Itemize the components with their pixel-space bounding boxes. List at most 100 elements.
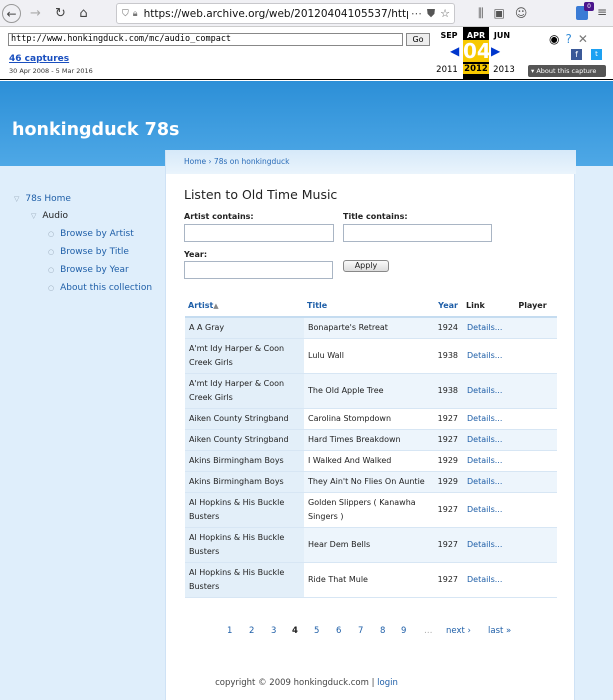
col-title[interactable]: Title bbox=[304, 295, 428, 318]
page-link[interactable]: 7 bbox=[358, 626, 363, 636]
next-month[interactable]: JUN bbox=[489, 31, 515, 40]
title-cell-text: I Walked And Walked bbox=[308, 456, 392, 465]
details-link[interactable]: Details... bbox=[467, 505, 502, 514]
sidebar-item-78s-home[interactable]: ▽ 78s Home bbox=[14, 194, 71, 204]
prev-year[interactable]: 2011 bbox=[434, 65, 460, 75]
details-link[interactable]: Details... bbox=[467, 477, 502, 486]
page-link[interactable]: 8 bbox=[380, 626, 385, 636]
year-cell-text: 1927 bbox=[437, 505, 458, 514]
wayback-url-input[interactable]: http://www.honkingduck.com/mc/audio_comp… bbox=[8, 33, 403, 46]
artist-cell-text: Aiken County Stringband bbox=[189, 414, 289, 423]
page-link[interactable]: 9 bbox=[401, 626, 406, 636]
title-label: Title contains: bbox=[343, 212, 408, 221]
col-artist[interactable]: Artist▲ bbox=[185, 295, 304, 318]
title-cell: Golden Slippers ( Kanawha Singers ) bbox=[304, 492, 428, 528]
page-link[interactable]: 6 bbox=[336, 626, 341, 636]
captures-link[interactable]: 46 captures bbox=[9, 54, 69, 64]
page-link[interactable]: 2 bbox=[249, 626, 254, 636]
bookmark-star-icon[interactable]: ☆ bbox=[440, 7, 450, 21]
back-arrow-icon[interactable]: ← bbox=[2, 4, 21, 23]
next-page-link[interactable]: next › bbox=[446, 626, 471, 636]
about-capture-label: About this capture bbox=[536, 67, 597, 75]
details-link[interactable]: Details... bbox=[467, 323, 502, 332]
sidebar-item-audio[interactable]: ▽ Audio bbox=[31, 211, 68, 221]
address-text: https://web.archive.org/web/201204041055… bbox=[143, 7, 432, 20]
library-icon[interactable]: ⫼ bbox=[478, 6, 484, 21]
page-link[interactable]: 3 bbox=[271, 626, 276, 636]
table-row: A'mt Idy Harper & Coon Creek Girls Lulu W… bbox=[185, 338, 557, 374]
details-link[interactable]: Details... bbox=[467, 351, 502, 360]
player-cell bbox=[515, 562, 557, 598]
about-capture-button[interactable]: ▾ About this capture bbox=[528, 65, 606, 77]
details-link[interactable]: Details... bbox=[467, 414, 502, 423]
sidebar-item-browse-year[interactable]: ○ Browse by Year bbox=[48, 265, 129, 275]
account-icon[interactable]: ☺ bbox=[515, 6, 528, 21]
sidebar-item-label: About this collection bbox=[60, 283, 153, 293]
bullet-icon: ▽ bbox=[14, 195, 20, 203]
home-icon[interactable]: ⌂ bbox=[74, 4, 93, 23]
artist-cell-text: Al Hopkins & His Buckle Busters bbox=[189, 533, 285, 556]
apply-button[interactable]: Apply bbox=[343, 260, 389, 272]
details-link[interactable]: Details... bbox=[467, 540, 502, 549]
title-cell: Lulu Wall bbox=[304, 338, 428, 374]
title-cell: Hard Times Breakdown bbox=[304, 429, 428, 451]
next-capture-arrow-icon[interactable]: ▶ bbox=[491, 44, 500, 58]
year-cell: 1929 bbox=[428, 471, 463, 493]
artist-cell: Akins Birmingham Boys bbox=[185, 450, 304, 472]
details-link[interactable]: Details... bbox=[467, 575, 502, 584]
prev-month[interactable]: SEP bbox=[436, 31, 462, 40]
title-cell-text: They Ain't No Flies On Auntie bbox=[308, 477, 425, 486]
details-cell: Details... bbox=[463, 492, 516, 528]
sidebar-item-browse-title[interactable]: ○ Browse by Title bbox=[48, 247, 129, 257]
sidebar-item-label: Browse by Title bbox=[60, 247, 129, 257]
title-cell-text: Hear Dem Bells bbox=[308, 540, 371, 549]
details-link[interactable]: Details... bbox=[467, 435, 502, 444]
breadcrumb[interactable]: Home › 78s on honkingduck bbox=[166, 150, 576, 174]
forward-arrow-icon[interactable]: → bbox=[26, 4, 45, 23]
lock-icon: 🔒︎ bbox=[132, 8, 138, 19]
help-icon[interactable]: ? bbox=[565, 32, 571, 46]
title-input[interactable] bbox=[343, 224, 492, 242]
sidebar-item-browse-artist[interactable]: ○ Browse by Artist bbox=[48, 229, 134, 239]
player-cell bbox=[515, 527, 557, 563]
close-icon[interactable]: ✕ bbox=[578, 32, 588, 46]
menu-icon[interactable]: ≡ bbox=[597, 5, 607, 19]
details-cell: Details... bbox=[463, 429, 516, 451]
year-cell-text: 1927 bbox=[437, 540, 458, 549]
site-title[interactable]: honkingduck 78s bbox=[12, 120, 179, 140]
details-link[interactable]: Details... bbox=[467, 456, 502, 465]
details-cell: Details... bbox=[463, 408, 516, 430]
wayback-logo-icon[interactable]: ◉ bbox=[549, 32, 559, 46]
year-cell-text: 1927 bbox=[437, 414, 458, 423]
year-cell: 1927 bbox=[428, 408, 463, 430]
details-cell: Details... bbox=[463, 471, 516, 493]
table-row: Al Hopkins & His Buckle Busters Golden Sl… bbox=[185, 492, 557, 528]
twitter-icon[interactable]: t bbox=[591, 49, 602, 60]
artist-input[interactable] bbox=[184, 224, 334, 242]
artist-cell: Al Hopkins & His Buckle Busters bbox=[185, 527, 304, 563]
more-icon[interactable]: ⋯ bbox=[411, 7, 422, 21]
title-cell-text: The Old Apple Tree bbox=[308, 386, 384, 395]
prev-capture-arrow-icon[interactable]: ◀ bbox=[450, 44, 459, 58]
artist-cell-text: Al Hopkins & His Buckle Busters bbox=[189, 498, 285, 521]
page-link[interactable]: 5 bbox=[314, 626, 319, 636]
page-link[interactable]: 1 bbox=[227, 626, 232, 636]
year-input[interactable] bbox=[184, 261, 333, 279]
next-year[interactable]: 2013 bbox=[491, 65, 517, 75]
address-bar[interactable]: ⛉ 🔒︎ https://web.archive.org/web/2012040… bbox=[116, 3, 455, 24]
page-title: Listen to Old Time Music bbox=[184, 187, 338, 202]
sidebar-icon[interactable]: ▣ bbox=[494, 6, 505, 21]
facebook-icon[interactable]: f bbox=[571, 49, 582, 60]
login-link[interactable]: login bbox=[377, 678, 398, 688]
details-link[interactable]: Details... bbox=[467, 386, 502, 395]
year-cell-text: 1927 bbox=[437, 575, 458, 584]
pocket-icon[interactable]: ⛊ bbox=[427, 7, 435, 21]
reload-icon[interactable]: ↻ bbox=[51, 4, 70, 23]
last-page-link[interactable]: last » bbox=[488, 626, 511, 636]
col-year[interactable]: Year bbox=[428, 295, 463, 318]
year-cell-text: 1929 bbox=[437, 477, 458, 486]
wayback-go-button[interactable]: Go bbox=[406, 33, 430, 46]
year-cell-text: 1927 bbox=[437, 435, 458, 444]
year-cell: 1929 bbox=[428, 450, 463, 472]
sidebar-item-about[interactable]: ○ About this collection bbox=[48, 283, 152, 293]
